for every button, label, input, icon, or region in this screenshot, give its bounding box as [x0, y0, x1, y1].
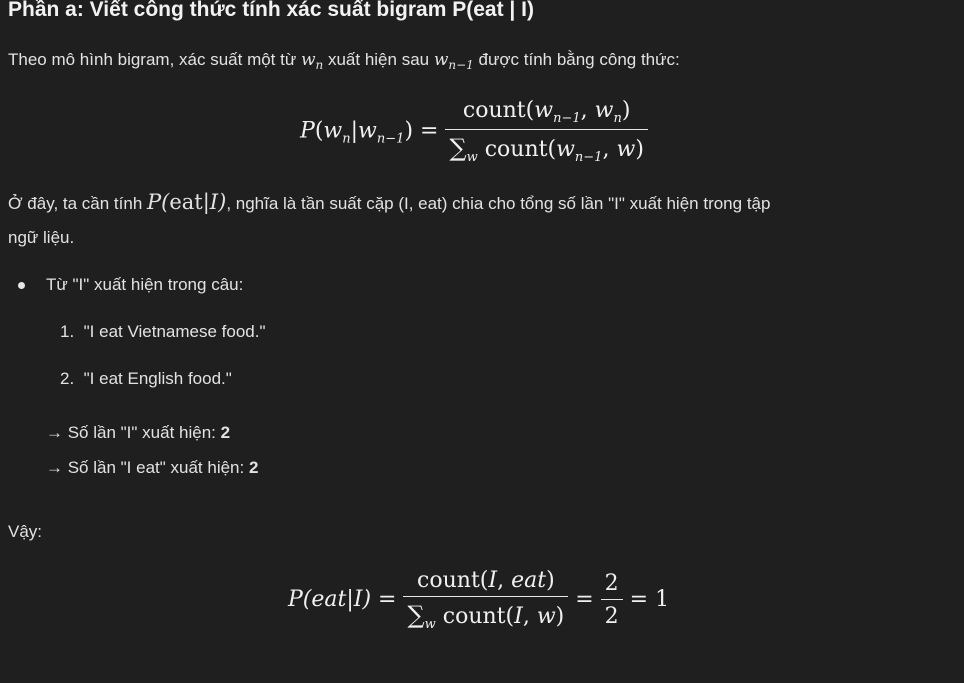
result-line: → Số lần "I" xuất hiện: 2	[46, 423, 230, 443]
bigram-fraction: count(wn−1, wn) ∑w count(wn−1, w)	[445, 98, 648, 165]
value-fraction: 2 2	[600, 571, 623, 629]
intro-var-wn: wn	[300, 50, 324, 72]
intro-prefix: Theo mô hình bigram, xác suất một từ	[8, 50, 301, 69]
value-denominator: 2	[604, 604, 619, 629]
list-number: 2.	[60, 369, 75, 388]
explain-suffix: , nghĩa là tần suất cặp (I, eat) chia ch…	[226, 194, 771, 213]
bullet-dot	[18, 282, 25, 289]
intro-var-wn1: wn−1	[433, 50, 474, 72]
list-item: 2. "I eat English food."	[60, 369, 232, 389]
list-text: "I eat Vietnamese food."	[83, 322, 266, 341]
result-formula: P(eat|I) = count(I, eat) ∑w count(I, w) …	[288, 568, 670, 632]
result-value-final: = 1	[629, 587, 670, 612]
bigram-numerator: count(wn−1, wn)	[445, 98, 648, 130]
value-numerator: 2	[600, 571, 623, 600]
list-item: 1. "I eat Vietnamese food."	[60, 322, 266, 342]
intro-paragraph: Theo mô hình bigram, xác suất một từ wn …	[8, 50, 680, 72]
result-fraction: count(I, eat) ∑w count(I, w)	[403, 568, 569, 632]
intro-mid: xuất hiện sau	[323, 50, 434, 69]
conclusion-label: Vậy:	[8, 522, 43, 541]
result-value: 2	[248, 458, 259, 477]
bullet-text: Từ "I" xuất hiện trong câu:	[46, 275, 244, 294]
list-number: 1.	[60, 322, 75, 341]
bigram-formula: P(wn|wn−1) = count(wn−1, wn) ∑w count(wn…	[300, 98, 648, 165]
result-lhs: P(eat|I) =	[288, 587, 397, 612]
explain-line2: ngữ liệu.	[8, 228, 75, 247]
result-value: 2	[220, 423, 231, 442]
explain-paragraph: Ở đây, ta cần tính P(eat|I), nghĩa là tầ…	[8, 190, 770, 214]
intro-suffix: được tính bằng công thức:	[473, 50, 680, 69]
result-numerator: count(I, eat)	[403, 568, 569, 597]
explain-prefix: Ở đây, ta cần tính	[8, 194, 148, 213]
bigram-denominator: ∑w count(wn−1, w)	[449, 134, 644, 165]
explain-expr: P(eat|I)	[147, 190, 227, 214]
result-label: → Số lần "I eat" xuất hiện:	[46, 458, 249, 477]
result-label: → Số lần "I" xuất hiện:	[46, 423, 221, 442]
section-heading: Phần a: Viết công thức tính xác suất big…	[8, 0, 534, 21]
list-text: "I eat English food."	[83, 369, 232, 388]
result-line: → Số lần "I eat" xuất hiện: 2	[46, 458, 258, 478]
result-denominator: ∑w count(I, w)	[407, 601, 565, 632]
